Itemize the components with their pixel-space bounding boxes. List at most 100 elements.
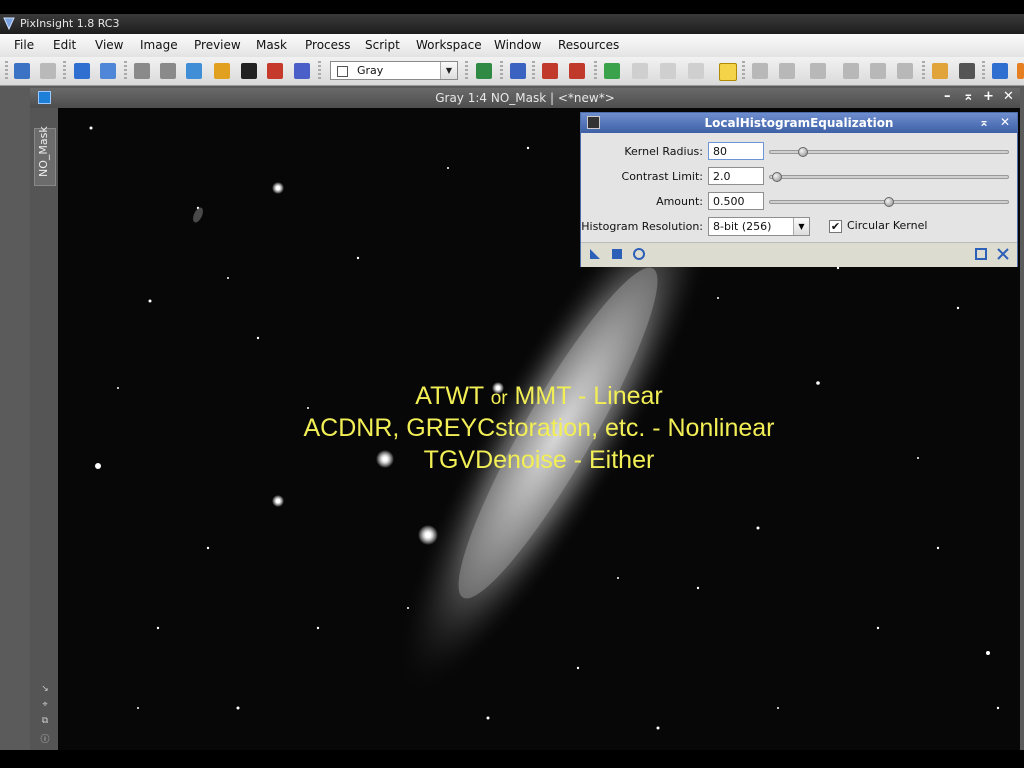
select-mode-icon[interactable]: [660, 63, 676, 79]
image-window-title: Gray 1:4 NO_Mask | <*new*>: [435, 91, 615, 105]
toolbar-separator: [532, 61, 535, 81]
process-panel-titlebar[interactable]: LocalHistogramEqualization ⌅ ✕: [581, 113, 1017, 133]
toolbar-separator: [63, 61, 66, 81]
histogram-resolution-select[interactable]: 8-bit (256) ▼: [708, 217, 810, 236]
mask-show-icon[interactable]: [241, 63, 257, 79]
toolbar-separator: [742, 61, 745, 81]
menu-bar: File Edit View Image Preview Mask Proces…: [0, 34, 1024, 58]
colorspace-select[interactable]: Gray ▼: [330, 61, 458, 80]
menu-mask[interactable]: Mask: [256, 38, 287, 52]
close-icon[interactable]: ✕: [1003, 89, 1014, 104]
zoom-1-1-icon[interactable]: [779, 63, 795, 79]
menu-process[interactable]: Process: [305, 38, 351, 52]
browse-documentation-icon[interactable]: [975, 248, 987, 260]
image-window-titlebar[interactable]: Gray 1:4 NO_Mask | <*new*> – ⌅ + ✕: [30, 88, 1020, 108]
circular-kernel-label: Circular Kernel: [847, 219, 928, 232]
maximize-icon[interactable]: +: [983, 89, 994, 104]
menu-workspace[interactable]: Workspace: [416, 38, 482, 52]
process-panel-title: LocalHistogramEqualization: [704, 116, 894, 130]
mask-invert-icon[interactable]: [267, 63, 283, 79]
overlay-line-2: ACDNR, GREYCstoration, etc. - Nonlinear: [303, 414, 775, 442]
chevron-down-icon[interactable]: ▼: [793, 218, 809, 235]
slider-thumb[interactable]: [798, 147, 809, 157]
mask-tab[interactable]: NO_Mask: [34, 126, 56, 186]
menu-resources[interactable]: Resources: [558, 38, 619, 52]
apply-global-icon[interactable]: [633, 248, 645, 260]
chevron-down-icon[interactable]: ▼: [440, 62, 457, 79]
toolbar-separator: [594, 61, 597, 81]
histogram-resolution-label: Histogram Resolution:: [581, 220, 703, 233]
menu-edit[interactable]: Edit: [53, 38, 76, 52]
shade-icon[interactable]: ⌅: [963, 89, 974, 104]
pan-mode-icon[interactable]: [688, 63, 704, 79]
amount-input[interactable]: 0.500: [708, 192, 764, 210]
histogram-resolution-value: 8-bit (256): [713, 220, 772, 233]
minimize-icon[interactable]: –: [944, 89, 951, 104]
mask-tab-label: NO_Mask: [37, 126, 50, 177]
apply-icon[interactable]: [611, 248, 623, 260]
zoom-out-icon[interactable]: [160, 63, 176, 79]
slider-thumb[interactable]: [884, 197, 894, 207]
duplicate-image-icon[interactable]: [100, 63, 116, 79]
new-image-icon[interactable]: [74, 63, 90, 79]
explorer-icon[interactable]: [932, 63, 948, 79]
clone-icon[interactable]: ⧉: [40, 716, 50, 726]
script-editor-icon[interactable]: [992, 63, 1008, 79]
circular-kernel-checkbox[interactable]: ✔: [829, 220, 842, 233]
preview-new-icon[interactable]: [510, 63, 526, 79]
fit-icon[interactable]: ⌖: [40, 700, 50, 710]
pixinsight-logo-icon: [3, 17, 15, 30]
edit-mode-icon[interactable]: [632, 63, 648, 79]
process-panel: LocalHistogramEqualization ⌅ ✕ Kernel Ra…: [580, 112, 1018, 267]
crop-icon[interactable]: [870, 63, 886, 79]
menu-image[interactable]: Image: [140, 38, 178, 52]
channel-rgb-icon[interactable]: [476, 63, 492, 79]
colorspace-value: Gray: [357, 64, 384, 77]
toolbar-separator: [5, 61, 8, 81]
menu-view[interactable]: View: [95, 38, 123, 52]
amount-slider[interactable]: [769, 197, 1009, 207]
contrast-limit-input[interactable]: 2.0: [708, 167, 764, 185]
stf-icon[interactable]: [214, 63, 230, 79]
reset-icon[interactable]: [997, 248, 1009, 260]
kernel-radius-label: Kernel Radius:: [624, 145, 703, 158]
cursor-icon[interactable]: [843, 63, 859, 79]
shrink-corner-icon[interactable]: ↘: [40, 684, 50, 694]
hand-tool-icon[interactable]: [810, 63, 826, 79]
fit-to-window-icon[interactable]: [752, 63, 768, 79]
toolbar-separator: [982, 61, 985, 81]
close-icon[interactable]: ✕: [1000, 115, 1010, 129]
undo-icon[interactable]: [14, 63, 30, 79]
contrast-limit-slider[interactable]: [769, 172, 1009, 182]
zoom-mode-icon[interactable]: [719, 63, 737, 81]
slider-thumb[interactable]: [772, 172, 783, 182]
toolbar: Gray ▼: [0, 57, 1024, 86]
redo-icon[interactable]: [40, 63, 56, 79]
menu-preview[interactable]: Preview: [194, 38, 241, 52]
gray-swatch-icon: [337, 66, 348, 77]
histogram-icon[interactable]: [294, 63, 310, 79]
more-tools-icon[interactable]: [1017, 63, 1024, 79]
contrast-limit-label: Contrast Limit:: [621, 170, 703, 183]
process-panel-footer: [581, 242, 1017, 267]
preview-edit-icon[interactable]: [542, 63, 558, 79]
menu-script[interactable]: Script: [365, 38, 400, 52]
kernel-radius-input[interactable]: 80: [708, 142, 764, 160]
fit-view-icon[interactable]: [186, 63, 202, 79]
app-title-bar: PixInsight 1.8 RC3: [0, 14, 1024, 34]
info-icon[interactable]: ⓘ: [40, 732, 50, 745]
toolbar-separator: [124, 61, 127, 81]
overlay-line-1: ATWT or MMT - Linear: [415, 382, 663, 410]
menu-file[interactable]: File: [14, 38, 34, 52]
toolbar-separator: [922, 61, 925, 81]
zoom-in-icon[interactable]: [134, 63, 150, 79]
new-instance-icon[interactable]: [589, 248, 601, 260]
shade-icon[interactable]: ⌅: [979, 115, 989, 129]
readout-icon[interactable]: [604, 63, 620, 79]
process-explorer-icon[interactable]: [959, 63, 975, 79]
preview-delete-icon[interactable]: [569, 63, 585, 79]
shrink-icon[interactable]: [897, 63, 913, 79]
amount-label: Amount:: [656, 195, 703, 208]
menu-window[interactable]: Window: [494, 38, 541, 52]
kernel-radius-slider[interactable]: [769, 147, 1009, 157]
